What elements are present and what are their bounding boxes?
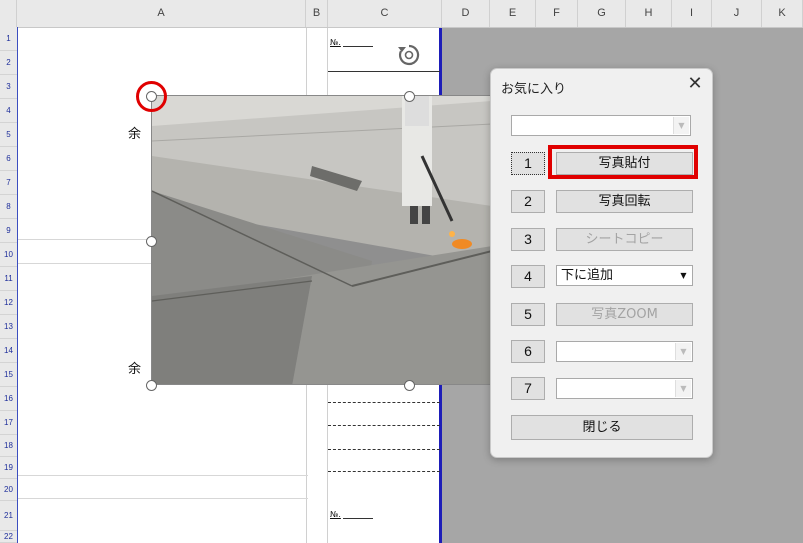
row-header-18[interactable]: 18	[0, 435, 17, 457]
dashed-line	[328, 425, 440, 426]
sheet-copy-button[interactable]: シートコピー	[556, 228, 693, 251]
photo-zoom-button[interactable]: 写真ZOOM	[556, 303, 693, 326]
number-button-6[interactable]: 6	[511, 340, 545, 363]
cell-a4-text: 余	[128, 127, 142, 142]
column-b-header[interactable]: B	[306, 0, 328, 27]
close-dialog-button[interactable]: 閉じる	[511, 415, 693, 440]
cell-a15-text: 余	[128, 362, 142, 377]
dropdown-arrow-icon[interactable]: ▼	[675, 380, 691, 397]
dashed-line	[328, 402, 440, 403]
item-7-combo[interactable]: ▼	[556, 378, 693, 399]
column-header: A B C D E F G H I J K	[0, 0, 803, 28]
dropdown-arrow-icon[interactable]: ▼	[676, 267, 691, 284]
column-a-header[interactable]: A	[17, 0, 306, 27]
underline	[343, 46, 373, 47]
dropdown-arrow-icon[interactable]: ▼	[675, 343, 691, 360]
row-header-5[interactable]: 5	[0, 123, 17, 147]
number-button-3[interactable]: 3	[511, 228, 545, 251]
row-divider	[18, 475, 308, 476]
row-header-19[interactable]: 19	[0, 457, 17, 479]
row-header-6[interactable]: 6	[0, 147, 17, 171]
rotate-handle-icon[interactable]	[396, 42, 422, 68]
row-header-10[interactable]: 10	[0, 243, 17, 267]
column-f-header[interactable]: F	[536, 0, 578, 27]
underline	[343, 518, 373, 519]
column-d-header[interactable]: D	[442, 0, 490, 27]
dashed-line	[328, 471, 440, 472]
row-header-11[interactable]: 11	[0, 267, 17, 291]
resize-handle-left[interactable]	[146, 236, 157, 247]
resize-handle-bottom-left[interactable]	[146, 380, 157, 391]
row-header-9[interactable]: 9	[0, 219, 17, 243]
number-button-7[interactable]: 7	[511, 377, 545, 400]
column-h-header[interactable]: H	[626, 0, 672, 27]
number-button-4[interactable]: 4	[511, 265, 545, 288]
row-header-4[interactable]: 4	[0, 99, 17, 123]
row-header-2[interactable]: 2	[0, 51, 17, 75]
column-c-header[interactable]: C	[328, 0, 442, 27]
row-header-15[interactable]: 15	[0, 363, 17, 387]
item-6-combo[interactable]: ▼	[556, 341, 693, 362]
column-g-header[interactable]: G	[578, 0, 626, 27]
pasted-photo[interactable]	[151, 95, 491, 385]
number-button-2[interactable]: 2	[511, 190, 545, 213]
column-j-header[interactable]: J	[712, 0, 762, 27]
row-header: 1 2 3 4 5 6 7 8 9 10 11 12 13 14 15 16 1…	[0, 27, 18, 543]
dropdown-arrow-icon[interactable]: ▼	[673, 117, 689, 134]
row-header-8[interactable]: 8	[0, 195, 17, 219]
row-header-20[interactable]: 20	[0, 479, 17, 501]
add-below-combo[interactable]: 下に追加 ▼	[556, 265, 693, 286]
cell-c21-text: №.	[330, 510, 341, 519]
highlight-circle	[136, 81, 167, 112]
dashed-line	[328, 449, 440, 450]
row-header-3[interactable]: 3	[0, 75, 17, 99]
roof-waterproofing-photo	[152, 96, 490, 384]
row-header-16[interactable]: 16	[0, 387, 17, 411]
favorites-dialog: お気に入り ✕ ▼ 1 写真貼付 2 写真回転 3 シートコピー 4 下に追加 …	[490, 68, 713, 458]
resize-handle-top[interactable]	[404, 91, 415, 102]
row-header-22[interactable]: 22	[0, 531, 17, 543]
select-all-corner[interactable]	[0, 0, 17, 27]
row-divider	[18, 498, 308, 499]
number-button-5[interactable]: 5	[511, 303, 545, 326]
row-header-17[interactable]: 17	[0, 411, 17, 435]
rotate-photo-button[interactable]: 写真回転	[556, 190, 693, 213]
resize-handle-bottom[interactable]	[404, 380, 415, 391]
cell-c1-text: №.	[330, 38, 341, 47]
column-e-header[interactable]: E	[490, 0, 536, 27]
row-header-14[interactable]: 14	[0, 339, 17, 363]
column-i-header[interactable]: I	[672, 0, 712, 27]
column-k-header[interactable]: K	[762, 0, 803, 27]
highlight-box	[548, 145, 698, 179]
favorites-combo[interactable]: ▼	[511, 115, 691, 136]
row-header-1[interactable]: 1	[0, 27, 17, 51]
number-button-1[interactable]: 1	[511, 152, 545, 175]
combo-value: 下に追加	[561, 268, 614, 283]
row-header-21[interactable]: 21	[0, 501, 17, 531]
close-icon[interactable]: ✕	[684, 73, 706, 95]
row-header-12[interactable]: 12	[0, 291, 17, 315]
underline	[328, 71, 440, 72]
row-header-7[interactable]: 7	[0, 171, 17, 195]
row-header-13[interactable]: 13	[0, 315, 17, 339]
dialog-title: お気に入り	[501, 82, 567, 97]
